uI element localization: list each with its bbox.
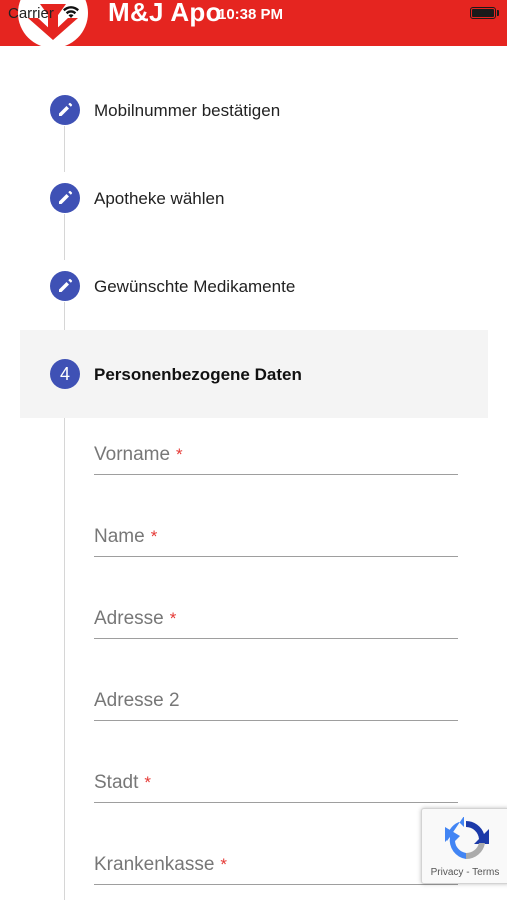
step-label: Gewünschte Medikamente (94, 277, 296, 296)
field-label: Adresse 2 (94, 690, 180, 711)
step-connector (64, 214, 65, 260)
required-marker: * (176, 445, 183, 464)
step-label: Apotheke wählen (94, 189, 225, 208)
step-mobilnummer[interactable]: Mobilnummer bestätigen (20, 88, 488, 132)
krankenkasse-field[interactable]: Krankenkasse * (94, 840, 458, 885)
step-connector (64, 418, 65, 900)
edit-pencil-icon (50, 183, 80, 213)
step-medikamente[interactable]: Gewünschte Medikamente (20, 264, 488, 308)
step-number-badge: 4 (50, 359, 80, 389)
status-time: 10:38 PM (218, 6, 284, 23)
edit-pencil-icon (50, 271, 80, 301)
recaptcha-links: Privacy - Terms (422, 867, 507, 878)
step-label: Mobilnummer bestätigen (94, 101, 281, 120)
adresse-field[interactable]: Adresse * (94, 594, 458, 639)
screen: Carrier M&J Apo 10:38 PM Mobilnummer bes… (0, 0, 507, 900)
required-marker: * (169, 609, 177, 628)
battery-icon (470, 7, 496, 19)
app-header: Carrier M&J Apo 10:38 PM (0, 0, 507, 46)
stadt-field[interactable]: Stadt * (94, 758, 458, 803)
field-label: Krankenkasse * (94, 854, 228, 875)
vorname-field[interactable]: Vorname * (94, 430, 458, 475)
recaptcha-icon (445, 817, 489, 860)
carrier-label: Carrier (8, 5, 54, 22)
app-title: M&J Apo (108, 0, 222, 27)
required-marker: * (220, 855, 228, 874)
name-field[interactable]: Name * (94, 512, 458, 557)
step-connector (64, 126, 65, 172)
recaptcha-badge[interactable]: Privacy - Terms (421, 808, 507, 884)
step-label: Personenbezogene Daten (94, 365, 302, 384)
battery-tip (497, 10, 499, 16)
adresse-2-field[interactable]: Adresse 2 (94, 676, 458, 721)
field-label: Vorname * (94, 444, 183, 465)
step-personenbezogene-daten[interactable]: 4 Personenbezogene Daten (20, 330, 488, 418)
terms-link[interactable]: Terms (472, 867, 499, 878)
wifi-icon (62, 5, 80, 24)
required-marker: * (150, 527, 158, 546)
field-label: Name * (94, 526, 158, 547)
step-apotheke[interactable]: Apotheke wählen (20, 176, 488, 220)
required-marker: * (144, 773, 151, 792)
field-label: Adresse * (94, 608, 177, 629)
edit-pencil-icon (50, 95, 80, 125)
link-separator: - (463, 867, 473, 878)
privacy-link[interactable]: Privacy (431, 867, 464, 878)
field-label: Stadt * (94, 772, 151, 793)
